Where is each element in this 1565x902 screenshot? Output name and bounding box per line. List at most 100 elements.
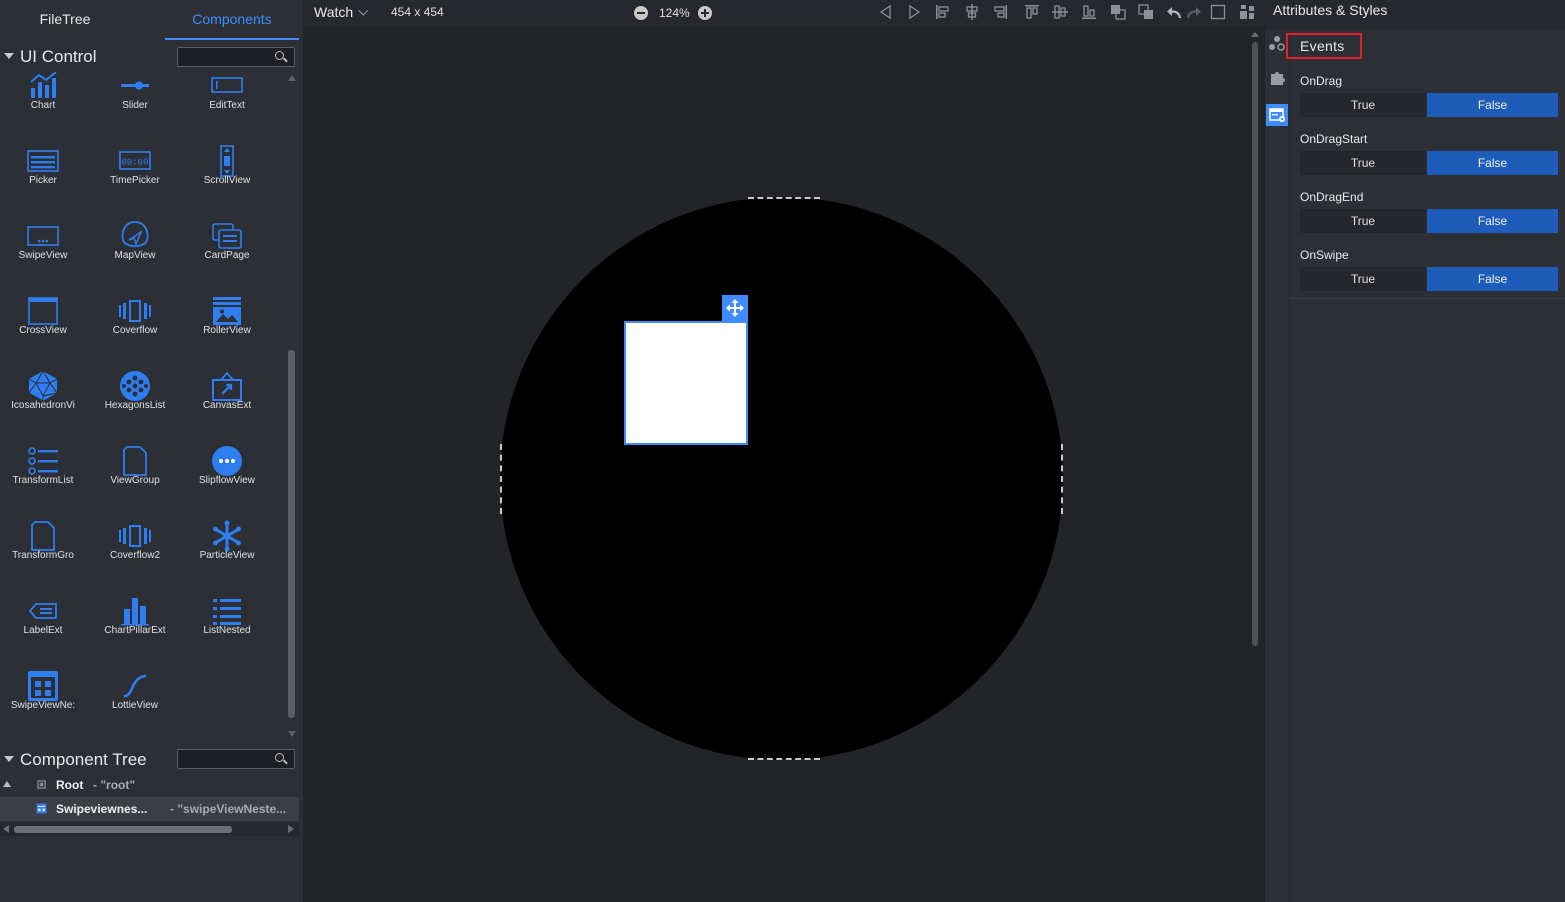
tab-components[interactable]: Components [165,0,299,40]
component-edittext[interactable]: EditText [184,72,276,131]
component-labelext[interactable]: LabelExt [0,596,92,656]
component-listnested[interactable]: ListNested [184,596,276,656]
false-option[interactable]: False [1427,209,1558,233]
cardpage-icon [212,223,242,249]
true-option[interactable]: True [1300,151,1426,175]
coverflow-icon [119,300,151,322]
scroll-left-icon[interactable] [3,825,9,833]
tree-node-swipeviewnested[interactable]: Swipeviewnes... - "swipeViewNeste... [0,797,299,821]
collapse-icon[interactable] [4,53,14,59]
device-select[interactable]: Watch [314,4,369,20]
component-hexagonslist[interactable]: HexagonsList [92,371,184,431]
tree-hscrollbar[interactable] [0,822,299,836]
bring-front-icon[interactable] [1109,3,1127,21]
component-transformgroup[interactable]: TransformGro [0,521,92,581]
component-picker[interactable]: Picker [0,146,92,206]
component-chart[interactable]: Chart [0,72,92,131]
false-option[interactable]: False [1427,151,1558,175]
component-swipeview[interactable]: SwipeView [0,221,92,281]
false-option[interactable]: False [1427,93,1558,117]
canvas-scrollbar[interactable] [1250,30,1260,650]
move-icon[interactable] [722,295,748,321]
component-crossview[interactable]: CrossView [0,296,92,356]
next-icon[interactable] [905,3,923,21]
events-section-header[interactable]: Events [1286,33,1362,59]
layout-icon[interactable] [1238,3,1256,21]
events-section-title: Events [1300,38,1345,54]
align-center-h-icon[interactable] [963,3,981,21]
send-back-icon[interactable] [1137,3,1155,21]
component-coverflow2[interactable]: Coverflow2 [92,521,184,581]
component-particleview[interactable]: ParticleView [184,520,276,581]
palette-scrollbar[interactable] [285,72,299,740]
component-rollerview[interactable]: RollerView [184,296,276,356]
puzzle-icon[interactable] [1266,67,1288,89]
ui-control-search[interactable] [177,47,295,67]
component-label: ListNested [203,625,251,636]
component-coverflow[interactable]: Coverflow [92,296,184,356]
checkbox-icon[interactable] [1209,3,1227,21]
component-label: CrossView [19,325,67,336]
tab-filetree[interactable]: FileTree [0,0,130,40]
picker-icon [27,150,59,172]
component-timepicker[interactable]: 00:00 TimePicker [92,146,184,206]
search-icon[interactable] [275,753,284,762]
events-tab[interactable] [1266,104,1288,126]
align-right-icon[interactable] [991,3,1009,21]
component-icosahedron[interactable]: IcosahedronVi [0,370,92,431]
ui-control-header[interactable]: UI Control [0,41,299,71]
component-label: ParticleView [199,550,255,561]
component-tree-header[interactable]: Component Tree [0,744,299,774]
component-slipflowview[interactable]: SlipflowView [184,446,276,506]
attributes-icon[interactable] [1266,33,1288,55]
redo-icon[interactable] [1185,3,1203,21]
tree-node-root[interactable]: Root - "root" [0,773,299,797]
prev-icon[interactable] [877,3,895,21]
component-scrollview[interactable]: ScrollView [184,145,276,206]
component-mapview[interactable]: MapView [92,221,184,281]
expand-icon[interactable] [3,781,11,787]
component-viewgroup[interactable]: ViewGroup [92,446,184,506]
device-select-value: Watch [314,4,354,20]
scroll-up-icon[interactable] [288,75,296,81]
true-option[interactable]: True [1300,267,1426,291]
component-slider[interactable]: Slider [92,72,184,131]
zoom-out-button[interactable] [634,6,648,20]
scroll-thumb[interactable] [14,826,232,833]
screen-boundary [500,444,502,514]
component-lottieview[interactable]: LottieView [92,671,184,731]
transformgroup-icon [31,521,55,551]
chartpillar-icon [121,598,149,626]
align-top-icon[interactable] [1023,3,1041,21]
true-option[interactable]: True [1300,209,1426,233]
selected-swipeview-widget[interactable] [624,321,748,445]
scroll-thumb[interactable] [1252,42,1258,646]
component-chartpillar[interactable]: ChartPillarExt [92,596,184,656]
search-icon[interactable] [275,51,284,60]
tree-node-name: Swipeviewnes... [56,802,148,816]
component-tree-search-input[interactable] [180,751,274,767]
events-icon [1269,108,1285,122]
true-option[interactable]: True [1300,93,1426,117]
undo-icon[interactable] [1165,3,1183,21]
scroll-right-icon[interactable] [288,825,294,833]
false-option[interactable]: False [1427,267,1558,291]
component-tree-search[interactable] [177,749,295,769]
component-swipeviewnested[interactable]: SwipeViewNe: [0,671,92,731]
ui-control-search-input[interactable] [180,49,274,65]
align-bottom-icon[interactable] [1080,3,1098,21]
scroll-up-icon[interactable] [1251,32,1259,37]
align-left-icon[interactable] [934,3,952,21]
swipeviewnested-icon [28,671,58,701]
align-middle-v-icon[interactable] [1051,3,1069,21]
scroll-thumb[interactable] [288,350,295,718]
watch-screen[interactable] [500,197,1063,760]
component-canvasext[interactable]: CanvasExt [184,371,276,431]
component-cardpage[interactable]: CardPage [184,221,276,281]
event-label-ondragstart: OnDragStart [1300,132,1368,146]
zoom-in-button[interactable] [698,6,712,20]
component-transformlist[interactable]: TransformList [0,446,92,506]
scroll-down-icon[interactable] [288,731,296,737]
collapse-icon[interactable] [4,756,14,762]
component-label: Picker [29,175,57,186]
